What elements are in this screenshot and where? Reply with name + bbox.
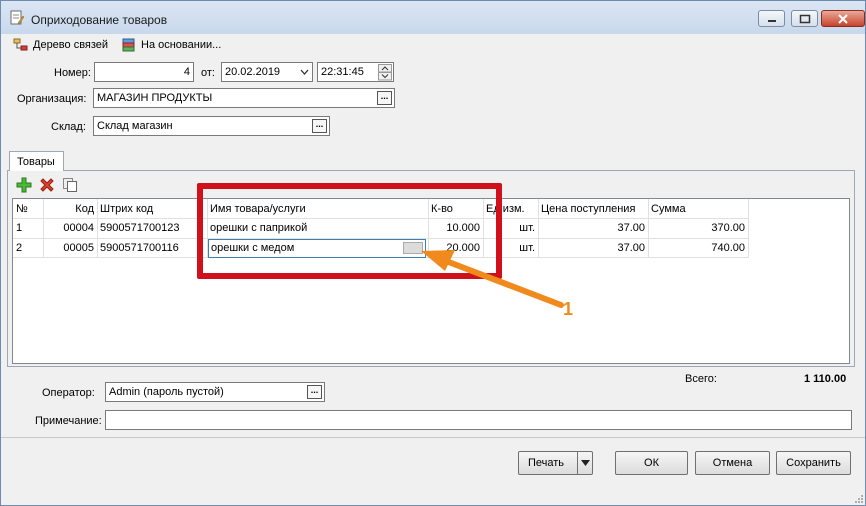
column-header[interactable]: Код	[44, 200, 96, 219]
table-cell[interactable]: 5900571700116	[98, 239, 206, 258]
note-field[interactable]	[105, 410, 852, 430]
warehouse-label: Склад:	[51, 121, 86, 133]
minimize-button[interactable]	[758, 10, 785, 27]
operator-value: Admin (пароль пустой)	[109, 386, 224, 398]
table-cell[interactable]: 740.00	[649, 239, 747, 258]
add-row-icon[interactable]	[16, 177, 32, 193]
save-button[interactable]: Сохранить	[776, 451, 851, 475]
warehouse-select-button[interactable]: ...	[312, 119, 327, 133]
column-header[interactable]: №	[14, 200, 42, 219]
number-label: Номер:	[54, 67, 91, 79]
based-on-button[interactable]: На основании...	[121, 37, 221, 53]
organization-value: МАГАЗИН ПРОДУКТЫ	[97, 92, 213, 104]
print-button[interactable]: Печать	[518, 451, 593, 475]
date-picker[interactable]: 20.02.2019	[221, 62, 313, 82]
maximize-icon	[799, 14, 810, 23]
ok-button[interactable]: ОК	[615, 451, 688, 475]
warehouse-field[interactable]: Склад магазин ...	[93, 116, 330, 136]
table-cell[interactable]: 00004	[44, 219, 96, 238]
close-icon	[838, 13, 848, 24]
relations-tree-label: Дерево связей	[33, 39, 109, 51]
table-cell[interactable]: 1	[14, 219, 42, 238]
time-value: 22:31:45	[321, 66, 364, 78]
print-button-label: Печать	[528, 457, 565, 469]
close-button[interactable]	[821, 10, 865, 27]
relations-tree-button[interactable]: Дерево связей	[13, 37, 108, 53]
total-label: Всего:	[685, 373, 717, 385]
tree-icon	[13, 38, 28, 51]
tab-goods[interactable]: Товары	[9, 151, 64, 171]
warehouse-value: Склад магазин	[97, 120, 173, 132]
document-window: Оприходование товаров Дерево связей На о…	[0, 0, 866, 506]
note-label: Примечание:	[35, 415, 102, 427]
date-from-label: от:	[201, 67, 215, 79]
cancel-button[interactable]: Отмена	[695, 451, 770, 475]
date-value: 20.02.2019	[225, 66, 281, 78]
copy-row-icon[interactable]	[62, 177, 78, 193]
table-cell[interactable]: 370.00	[649, 219, 747, 238]
table-cell[interactable]: 2	[14, 239, 42, 258]
divider	[1, 437, 865, 438]
title-bar: Оприходование товаров	[1, 1, 865, 34]
table-cell[interactable]: 00005	[44, 239, 96, 258]
print-dropdown-button[interactable]	[577, 452, 592, 474]
organization-select-button[interactable]: ...	[377, 91, 392, 105]
operator-field[interactable]: Admin (пароль пустой) ...	[105, 382, 325, 402]
callout-arrow-icon	[421, 250, 564, 308]
based-on-label: На основании...	[141, 39, 222, 51]
organization-field[interactable]: МАГАЗИН ПРОДУКТЫ ...	[93, 88, 395, 108]
delete-row-icon[interactable]	[39, 177, 55, 193]
organization-label: Организация:	[17, 93, 87, 105]
column-header[interactable]: Цена поступления	[539, 200, 647, 219]
resize-grip-icon[interactable]	[852, 492, 864, 504]
spinner-icon[interactable]	[378, 64, 392, 81]
minimize-icon	[767, 19, 776, 22]
column-header[interactable]: Сумма	[649, 200, 747, 219]
window-title: Оприходование товаров	[31, 13, 168, 27]
stack-icon	[122, 38, 135, 52]
chevron-down-icon[interactable]	[300, 69, 309, 75]
number-field[interactable]: 4	[94, 62, 194, 82]
time-field[interactable]: 22:31:45	[317, 62, 394, 82]
column-header[interactable]: Штрих код	[98, 200, 206, 219]
operator-select-button[interactable]: ...	[307, 385, 322, 399]
table-cell[interactable]: 5900571700123	[98, 219, 206, 238]
chevron-down-icon	[581, 460, 590, 466]
total-value: 1 110.00	[804, 373, 847, 385]
callout-number: 1	[563, 299, 574, 319]
operator-label: Оператор:	[42, 387, 95, 399]
maximize-button[interactable]	[791, 10, 818, 27]
document-edit-icon	[10, 10, 24, 25]
